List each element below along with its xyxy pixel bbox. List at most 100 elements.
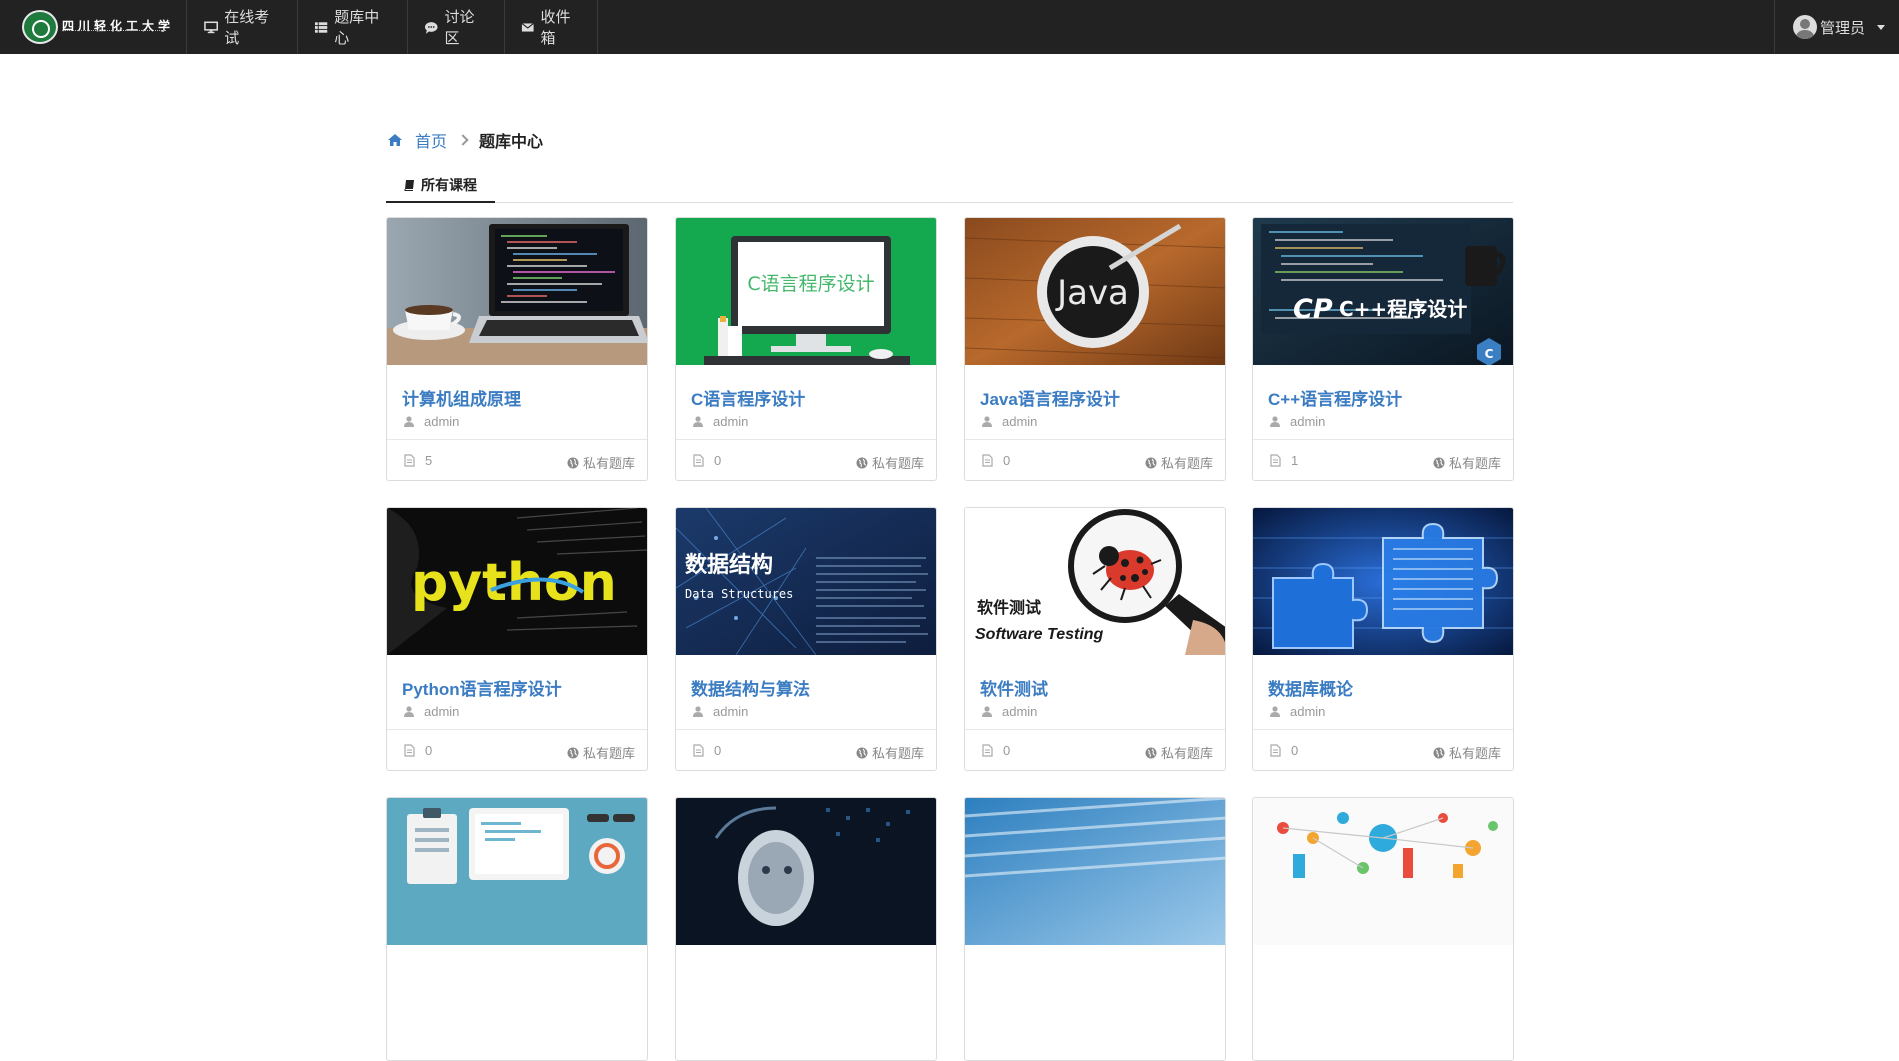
course-card[interactable]: Java Java语言程序设计 admin 0 私有题库 xyxy=(964,217,1226,481)
course-footer: 0 私有题库 xyxy=(1253,729,1513,770)
globe-icon xyxy=(1433,457,1445,468)
question-count: 0 xyxy=(693,743,721,758)
course-title[interactable]: 数据库概论 xyxy=(1268,675,1353,700)
nav-forum[interactable]: 讨论区 xyxy=(408,0,505,54)
globe-icon xyxy=(1145,747,1157,758)
top-navbar: 四川轻化工大学 在线考试 题库中心 讨论区 收件箱 管理员 xyxy=(0,0,1899,54)
nav-question-bank[interactable]: 题库中心 xyxy=(298,0,408,54)
visibility-label: 私有题库 xyxy=(1160,456,1213,471)
nav-online-exam[interactable]: 在线考试 xyxy=(188,0,298,54)
course-footer: 0 私有题库 xyxy=(965,439,1225,480)
visibility-label: 私有题库 xyxy=(582,456,635,471)
course-title[interactable]: 数据结构与算法 xyxy=(691,675,810,700)
course-card[interactable]: 数据库概论 admin 0 私有题库 xyxy=(1252,507,1514,771)
book-icon xyxy=(404,179,414,191)
course-title[interactable]: Python语言程序设计 xyxy=(402,675,562,700)
avatar xyxy=(1793,15,1817,39)
course-cover-image xyxy=(387,218,647,365)
course-card[interactable] xyxy=(386,797,648,1061)
course-author-name: admin xyxy=(1290,704,1326,719)
course-author-name: admin xyxy=(424,704,460,719)
course-author: admin xyxy=(1270,414,1325,429)
course-card[interactable]: C语言程序设计 C语言程序设计 admin 0 私有题库 xyxy=(675,217,937,481)
course-card[interactable]: 数据结构 Data Structures 数据结构与算法 admin 0 私有题… xyxy=(675,507,937,771)
document-icon xyxy=(1270,454,1281,467)
course-author-name: admin xyxy=(1002,414,1038,429)
document-icon xyxy=(693,454,704,467)
nav-question-bank-label: 题库中心 xyxy=(334,9,380,47)
course-card[interactable]: 软件测试 Software Testing 软件测试 admin 0 私有题库 xyxy=(964,507,1226,771)
globe-icon xyxy=(567,747,579,758)
user-icon xyxy=(1270,706,1280,717)
course-author: admin xyxy=(1270,704,1325,719)
course-cover-image xyxy=(387,798,647,945)
course-title[interactable]: C++语言程序设计 xyxy=(1268,385,1402,410)
course-author: admin xyxy=(404,704,459,719)
document-icon xyxy=(404,454,415,467)
course-card[interactable]: CP C++程序设计 C C++语言程序设计 admin 1 私有题库 xyxy=(1252,217,1514,481)
course-title[interactable]: C语言程序设计 xyxy=(691,385,805,410)
globe-icon xyxy=(567,457,579,468)
course-author-name: admin xyxy=(713,414,749,429)
visibility-label: 私有题库 xyxy=(1448,456,1501,471)
document-icon xyxy=(404,744,415,757)
course-author: admin xyxy=(982,704,1037,719)
user-menu[interactable]: 管理员 xyxy=(1774,0,1899,54)
course-cover-image: 数据结构 Data Structures xyxy=(676,508,936,655)
course-author-name: admin xyxy=(713,704,749,719)
visibility-badge: 私有题库 xyxy=(856,743,924,762)
user-icon xyxy=(1270,416,1280,427)
nav-inbox-label: 收件箱 xyxy=(540,9,571,47)
question-count-value: 0 xyxy=(1003,743,1011,758)
question-count: 0 xyxy=(1270,743,1298,758)
course-title[interactable]: Java语言程序设计 xyxy=(980,385,1120,410)
course-card[interactable] xyxy=(964,797,1226,1061)
visibility-label: 私有题库 xyxy=(1160,746,1213,761)
course-title[interactable]: 计算机组成原理 xyxy=(402,385,521,410)
course-footer: 5 私有题库 xyxy=(387,439,647,480)
course-cover-image: C语言程序设计 xyxy=(676,218,936,365)
course-author-name: admin xyxy=(1290,414,1326,429)
course-card[interactable] xyxy=(675,797,937,1061)
globe-icon xyxy=(856,747,868,758)
breadcrumb-home-link[interactable]: 首页 xyxy=(415,128,447,152)
visibility-badge: 私有题库 xyxy=(856,453,924,472)
globe-icon xyxy=(1145,457,1157,468)
course-author: admin xyxy=(404,414,459,429)
course-footer: 1 私有题库 xyxy=(1253,439,1513,480)
visibility-label: 私有题库 xyxy=(1448,746,1501,761)
course-footer: 0 私有题库 xyxy=(965,729,1225,770)
user-icon xyxy=(693,706,703,717)
question-count-value: 0 xyxy=(1003,453,1011,468)
cover-text: Java xyxy=(1055,273,1129,313)
course-author-name: admin xyxy=(424,414,460,429)
university-logo[interactable]: 四川轻化工大学 xyxy=(0,0,187,54)
tab-all-courses-label: 所有课程 xyxy=(421,176,477,193)
question-count-value: 0 xyxy=(425,743,433,758)
globe-icon xyxy=(856,457,868,468)
visibility-label: 私有题库 xyxy=(871,456,924,471)
globe-icon xyxy=(1433,747,1445,758)
course-card[interactable] xyxy=(1252,797,1514,1061)
visibility-badge: 私有题库 xyxy=(1433,453,1501,472)
cover-text: C++程序设计 xyxy=(1339,297,1467,321)
nav-forum-label: 讨论区 xyxy=(444,9,475,47)
user-name: 管理员 xyxy=(1820,19,1866,37)
nav-inbox[interactable]: 收件箱 xyxy=(505,0,598,54)
user-icon xyxy=(404,416,414,427)
university-name-subline xyxy=(62,30,166,33)
course-card[interactable]: python Python语言程序设计 admin 0 私有题库 xyxy=(386,507,648,771)
course-title[interactable]: 软件测试 xyxy=(980,675,1048,700)
course-cover-image xyxy=(1253,798,1513,945)
question-count-value: 1 xyxy=(1291,453,1299,468)
visibility-label: 私有题库 xyxy=(582,746,635,761)
breadcrumb: 首页 题库中心 xyxy=(387,128,543,152)
svg-text:C: C xyxy=(1485,347,1494,361)
cover-text: 数据结构 xyxy=(685,552,773,578)
chevron-right-icon xyxy=(457,134,469,146)
list-icon xyxy=(314,21,328,33)
cover-text: C语言程序设计 xyxy=(747,273,874,295)
course-cover-image: Java xyxy=(965,218,1225,365)
course-card[interactable]: 计算机组成原理 admin 5 私有题库 xyxy=(386,217,648,481)
tab-all-courses[interactable]: 所有课程 xyxy=(386,168,495,203)
